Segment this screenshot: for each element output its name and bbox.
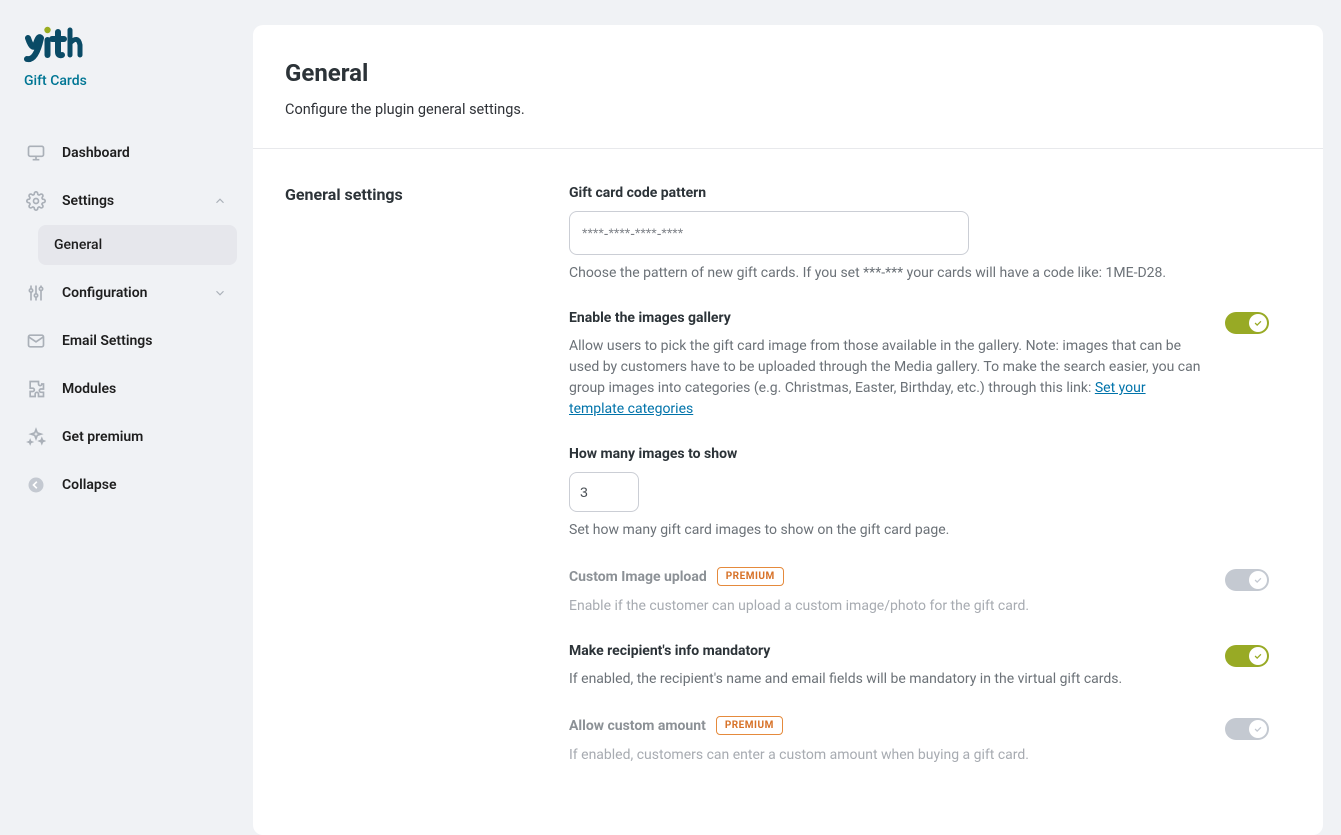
mail-icon	[26, 331, 46, 351]
nav-modules[interactable]: Modules	[16, 369, 237, 409]
field-count-help: Set how many gift card images to show on…	[569, 520, 1269, 541]
card-header: General Configure the plugin general set…	[253, 25, 1323, 149]
field-gallery-label: Enable the images gallery	[569, 310, 731, 326]
nav-configuration[interactable]: Configuration	[16, 273, 237, 313]
count-input[interactable]	[569, 472, 639, 512]
monitor-icon	[26, 143, 46, 163]
brand-subtitle: Gift Cards	[24, 73, 229, 89]
toggle-knob	[1249, 571, 1267, 589]
nav-settings[interactable]: Settings	[16, 181, 237, 221]
field-pattern-help: Choose the pattern of new gift cards. If…	[569, 263, 1269, 284]
sidebar: Gift Cards Dashboard Settings General Co	[0, 0, 253, 835]
field-mandatory-label: Make recipient's info mandatory	[569, 643, 770, 659]
nav-label: Modules	[62, 381, 116, 397]
puzzle-icon	[26, 379, 46, 399]
nav-label: Dashboard	[62, 145, 130, 161]
toggle-knob	[1249, 720, 1267, 738]
sparkle-icon	[26, 427, 46, 447]
nav-label: Collapse	[62, 477, 116, 493]
card: General Configure the plugin general set…	[253, 25, 1323, 835]
field-custom-image: Custom Image upload PREMIUM Enable if th…	[569, 567, 1269, 617]
field-custom-amount-help: If enabled, customers can enter a custom…	[569, 745, 1201, 766]
nav-label: Configuration	[62, 285, 147, 301]
arrow-left-circle-icon	[26, 475, 46, 495]
brand-logo	[24, 25, 229, 65]
custom-image-toggle	[1225, 569, 1269, 591]
nav-label: Email Settings	[62, 333, 152, 349]
pattern-input[interactable]	[569, 211, 969, 255]
field-mandatory-help: If enabled, the recipient's name and ema…	[569, 669, 1201, 690]
fields: Gift card code pattern Choose the patter…	[569, 185, 1269, 792]
nav-settings-general[interactable]: General	[38, 225, 237, 265]
field-count-label: How many images to show	[569, 446, 737, 462]
field-gallery-help: Allow users to pick the gift card image …	[569, 336, 1201, 420]
gear-icon	[26, 191, 46, 211]
toggle-knob	[1249, 314, 1267, 332]
section-title: General settings	[285, 185, 521, 792]
custom-amount-toggle	[1225, 718, 1269, 740]
premium-badge: PREMIUM	[717, 567, 784, 586]
toggle-knob	[1249, 647, 1267, 665]
premium-badge: PREMIUM	[716, 716, 783, 735]
nav-settings-sub: General	[38, 225, 237, 265]
nav: Dashboard Settings General Configuration	[16, 133, 237, 505]
content: General settings Gift card code pattern …	[253, 149, 1323, 832]
main: General Configure the plugin general set…	[253, 0, 1341, 835]
field-pattern-label: Gift card code pattern	[569, 185, 706, 201]
nav-label: Get premium	[62, 429, 143, 445]
chevron-up-icon	[213, 194, 227, 208]
field-custom-amount-label: Allow custom amount	[569, 718, 706, 734]
nav-label: Settings	[62, 193, 114, 209]
gallery-toggle[interactable]	[1225, 312, 1269, 334]
nav-dashboard[interactable]: Dashboard	[16, 133, 237, 173]
field-count: How many images to show Set how many gif…	[569, 446, 1269, 541]
brand-block: Gift Cards	[16, 25, 237, 107]
field-custom-amount: Allow custom amount PREMIUM If enabled, …	[569, 716, 1269, 766]
field-custom-image-label: Custom Image upload	[569, 569, 707, 585]
field-custom-image-help: Enable if the customer can upload a cust…	[569, 596, 1201, 617]
sliders-icon	[26, 283, 46, 303]
page-subtitle: Configure the plugin general settings.	[285, 101, 1291, 118]
field-mandatory: Make recipient's info mandatory If enabl…	[569, 643, 1269, 690]
field-gallery: Enable the images gallery Allow users to…	[569, 310, 1269, 420]
page-title: General	[285, 59, 1291, 87]
chevron-down-icon	[213, 286, 227, 300]
nav-collapse[interactable]: Collapse	[16, 465, 237, 505]
nav-email[interactable]: Email Settings	[16, 321, 237, 361]
mandatory-toggle[interactable]	[1225, 645, 1269, 667]
nav-premium[interactable]: Get premium	[16, 417, 237, 457]
field-pattern: Gift card code pattern Choose the patter…	[569, 185, 1269, 284]
